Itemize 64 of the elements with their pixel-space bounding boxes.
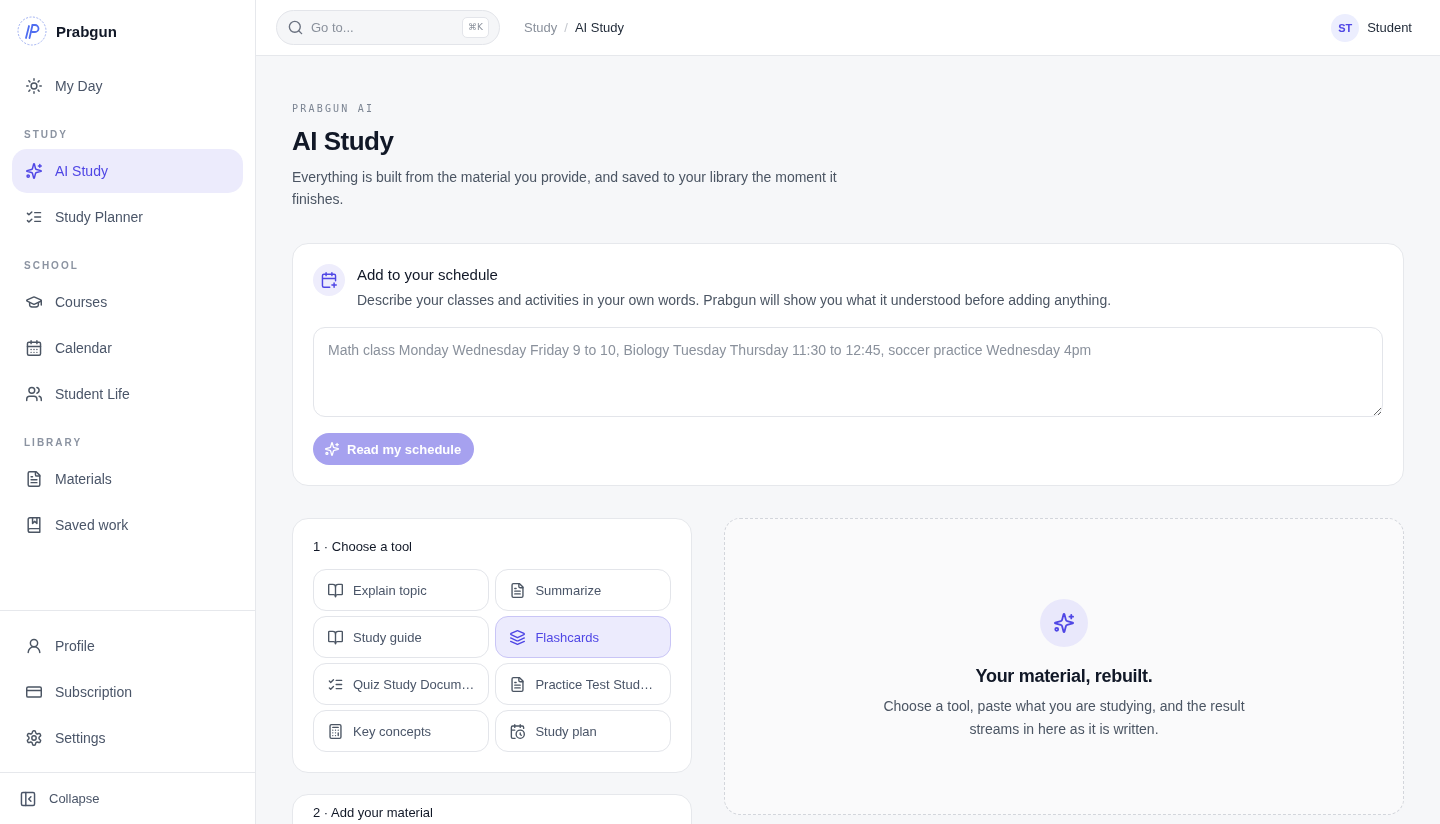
shortcut-hint: ⌘K	[462, 17, 489, 38]
nav-item[interactable]: Student Life	[12, 372, 243, 416]
settings-icon	[26, 730, 42, 746]
nav-item[interactable]: Study Planner	[12, 195, 243, 239]
breadcrumb-separator: /	[564, 20, 568, 35]
document-icon	[26, 471, 42, 487]
document-icon	[510, 676, 526, 692]
tool-button[interactable]: Study guide	[313, 616, 490, 658]
brand-name: Prabgun	[56, 22, 117, 40]
schedule-input[interactable]: Math class Monday Wednesday Friday 9 to 10, Biology Tuesday Thursday 11:30 to 12:45, soccer practice Wednesday 4pm	[313, 327, 1383, 417]
section-heading: LIBRARY	[24, 437, 83, 449]
section-heading: SCHOOL	[24, 260, 79, 272]
nav-item[interactable]: AI Study	[12, 149, 243, 193]
sun-icon	[26, 78, 42, 94]
checklist-icon	[26, 209, 42, 225]
step-heading: 1 · Choose a tool	[313, 539, 413, 555]
user-name[interactable]: Student	[1367, 20, 1412, 35]
layers-icon	[510, 629, 526, 645]
calendar-clock-icon	[510, 723, 526, 739]
users-icon	[26, 386, 42, 402]
open-book-icon	[328, 629, 343, 645]
nav-item[interactable]: Profile	[12, 624, 243, 668]
logo-icon	[17, 16, 47, 46]
open-book-icon	[328, 582, 343, 598]
section-heading: STUDY	[24, 129, 68, 141]
eyebrow-label: PRABGUN AI	[292, 102, 376, 115]
calendar-plus-icon	[313, 264, 345, 296]
nav-item[interactable]: Settings	[12, 716, 243, 760]
nav-item[interactable]: Saved work	[12, 503, 243, 547]
sparkles-icon	[1040, 599, 1088, 647]
page-description: Everything is built from the material you provide, and saved to your library the moment it finishes.	[292, 168, 838, 209]
tool-button[interactable]: Study plan	[495, 710, 671, 752]
calendar-icon	[26, 340, 42, 356]
graduation-cap-icon	[26, 294, 42, 310]
tool-button[interactable]: Practice Test Stud…	[495, 663, 671, 705]
user-avatar[interactable]: ST	[1331, 13, 1360, 42]
checklist-icon	[328, 676, 343, 692]
empty-state-description: Choose a tool, paste what you are studying, and the result streams in here as it is written.	[882, 697, 1246, 739]
tool-button[interactable]: Summarize	[495, 569, 671, 611]
card-description: Describe your classes and activities in your own words. Prabgun will show you what it understood before adding anything.	[357, 291, 1112, 310]
user-icon	[26, 638, 42, 654]
document-icon	[510, 582, 526, 598]
tool-button[interactable]: Quiz Study Docum…	[313, 663, 490, 705]
tool-button[interactable]: Key concepts	[313, 710, 490, 752]
nav-item[interactable]: Subscription	[12, 670, 243, 714]
page-title: AI Study	[292, 125, 395, 157]
breadcrumb-current: AI Study	[574, 20, 624, 35]
card-title: Add to your schedule	[357, 265, 499, 285]
sparkles-icon	[26, 163, 42, 179]
nav-item[interactable]: Materials	[12, 457, 243, 501]
bookmarked-book-icon	[26, 517, 42, 533]
tool-button[interactable]: Explain topic	[313, 569, 490, 611]
nav-item[interactable]: Calendar	[12, 326, 243, 370]
nav-item[interactable]: Courses	[12, 280, 243, 324]
nav-item[interactable]: My Day	[12, 64, 243, 108]
credit-card-icon	[26, 684, 42, 700]
sparkles-icon	[325, 442, 339, 456]
calculator-icon	[328, 723, 343, 739]
empty-state-title: Your material, rebuilt.	[975, 665, 1153, 688]
step-heading: 2 · Add your material	[313, 805, 434, 821]
search-icon	[288, 20, 303, 35]
tool-button[interactable]: Flashcards	[495, 616, 671, 658]
sidebar-panel-icon	[20, 790, 36, 807]
collapse-button[interactable]: Collapse	[14, 786, 106, 811]
